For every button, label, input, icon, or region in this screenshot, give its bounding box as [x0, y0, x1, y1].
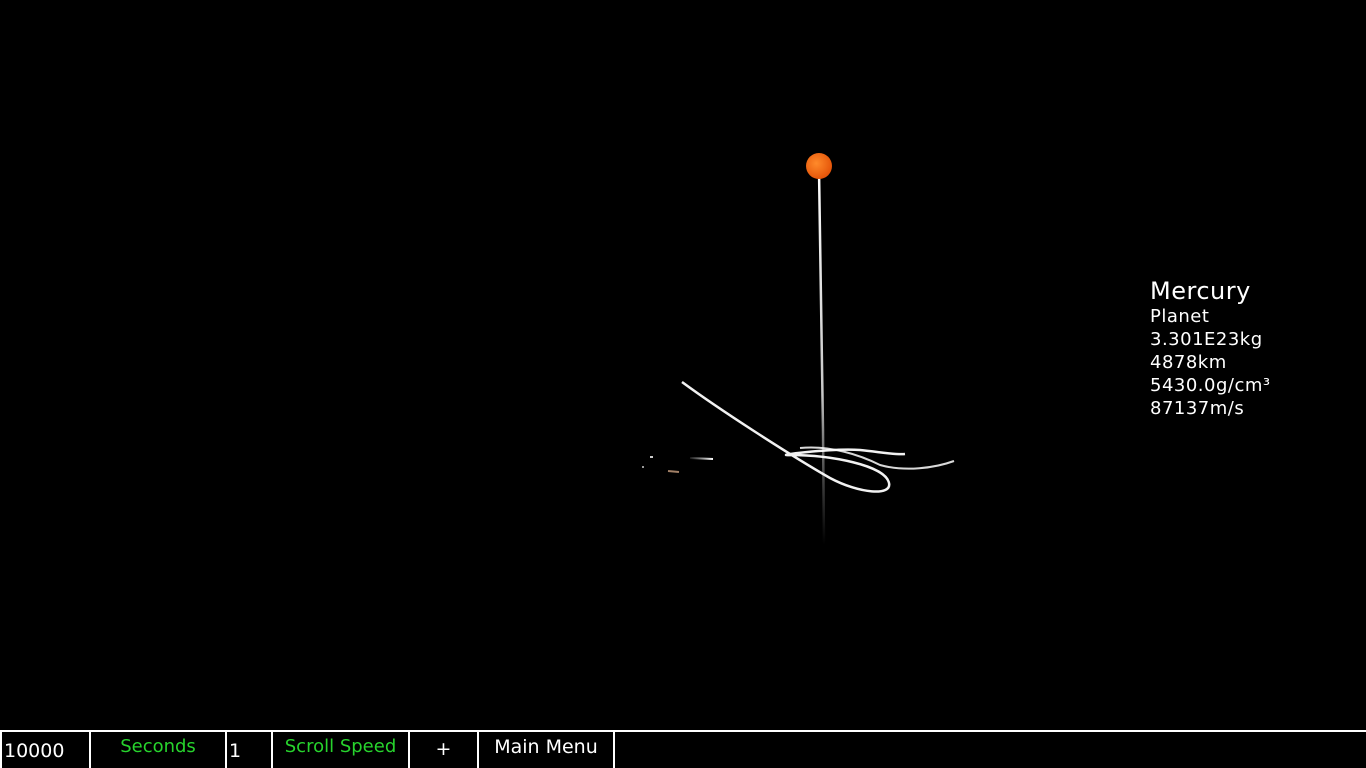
body-density: 5430.0g/cm³	[1150, 375, 1271, 396]
main-menu-button[interactable]: Main Menu	[479, 732, 615, 768]
time-step-input[interactable]: 10000	[0, 732, 91, 768]
body-name: Mercury	[1150, 277, 1251, 305]
orbit-trail-main	[681, 380, 906, 493]
add-body-button[interactable]: +	[410, 732, 479, 768]
vertical-trail	[817, 169, 826, 546]
orbit-trail-fragment	[667, 470, 680, 473]
body-speed: 87137m/s	[1150, 398, 1245, 419]
planet-sphere-icon[interactable]	[806, 153, 832, 179]
body-info-panel: Mercury Planet 3.301E23kg 4878km 5430.0g…	[1150, 277, 1271, 420]
bottom-toolbar: 10000 Seconds 1 Scroll Speed + Main Menu	[0, 730, 1366, 768]
body-mass: 3.301E23kg	[1150, 329, 1263, 350]
body-diameter: 4878km	[1150, 352, 1227, 373]
body-type: Planet	[1150, 306, 1210, 327]
orbit-trail-fragment	[689, 457, 714, 460]
scroll-speed-input[interactable]: 1	[227, 732, 273, 768]
time-unit-button[interactable]: Seconds	[91, 732, 227, 768]
distant-body	[650, 456, 653, 458]
scroll-speed-button[interactable]: Scroll Speed	[273, 732, 410, 768]
distant-body	[642, 466, 644, 468]
